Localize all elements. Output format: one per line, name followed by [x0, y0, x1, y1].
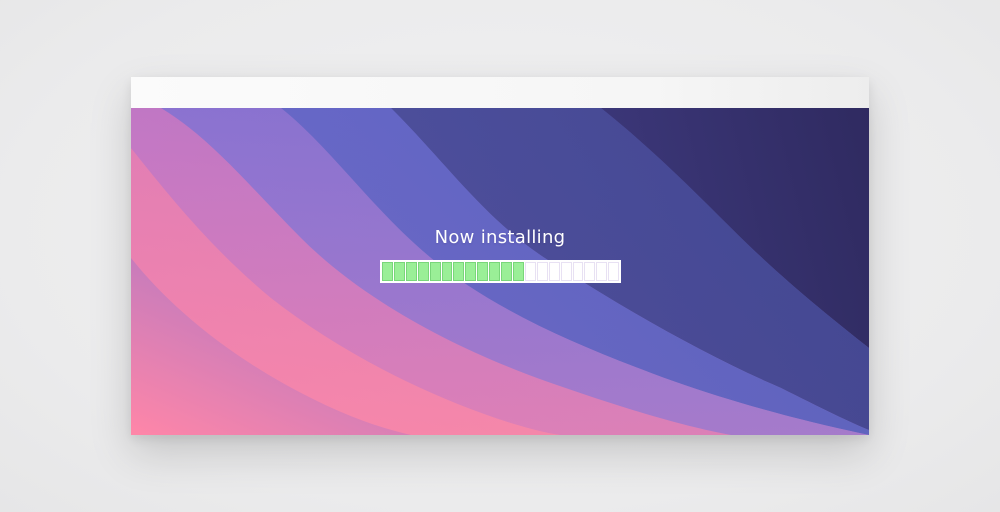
progress-segment-empty [596, 262, 608, 281]
progress-segment-filled [477, 262, 489, 281]
progress-segment-filled [512, 262, 524, 281]
progress-segment-filled [393, 262, 405, 281]
progress-segment-empty [536, 262, 548, 281]
progress-segment-filled [405, 262, 417, 281]
progress-segment-empty [560, 262, 572, 281]
install-status-text: Now installing [434, 227, 566, 248]
window-titlebar[interactable] [131, 77, 869, 108]
progress-segment-filled [453, 262, 465, 281]
progress-segment-filled [382, 262, 393, 281]
installer-window: Now installing [131, 77, 869, 435]
install-progress-bar [380, 260, 621, 283]
progress-segment-filled [501, 262, 512, 281]
progress-segment-empty [584, 262, 596, 281]
progress-segment-empty [524, 262, 536, 281]
progress-segment-filled [417, 262, 429, 281]
progress-segment-filled [429, 262, 441, 281]
progress-segment-filled [465, 262, 477, 281]
progress-segment-filled [441, 262, 453, 281]
progress-segment-empty [572, 262, 584, 281]
progress-segment-filled [489, 262, 501, 281]
progress-segment-empty [608, 262, 620, 281]
installer-screen: Now installing [131, 108, 869, 435]
progress-segment-empty [548, 262, 560, 281]
